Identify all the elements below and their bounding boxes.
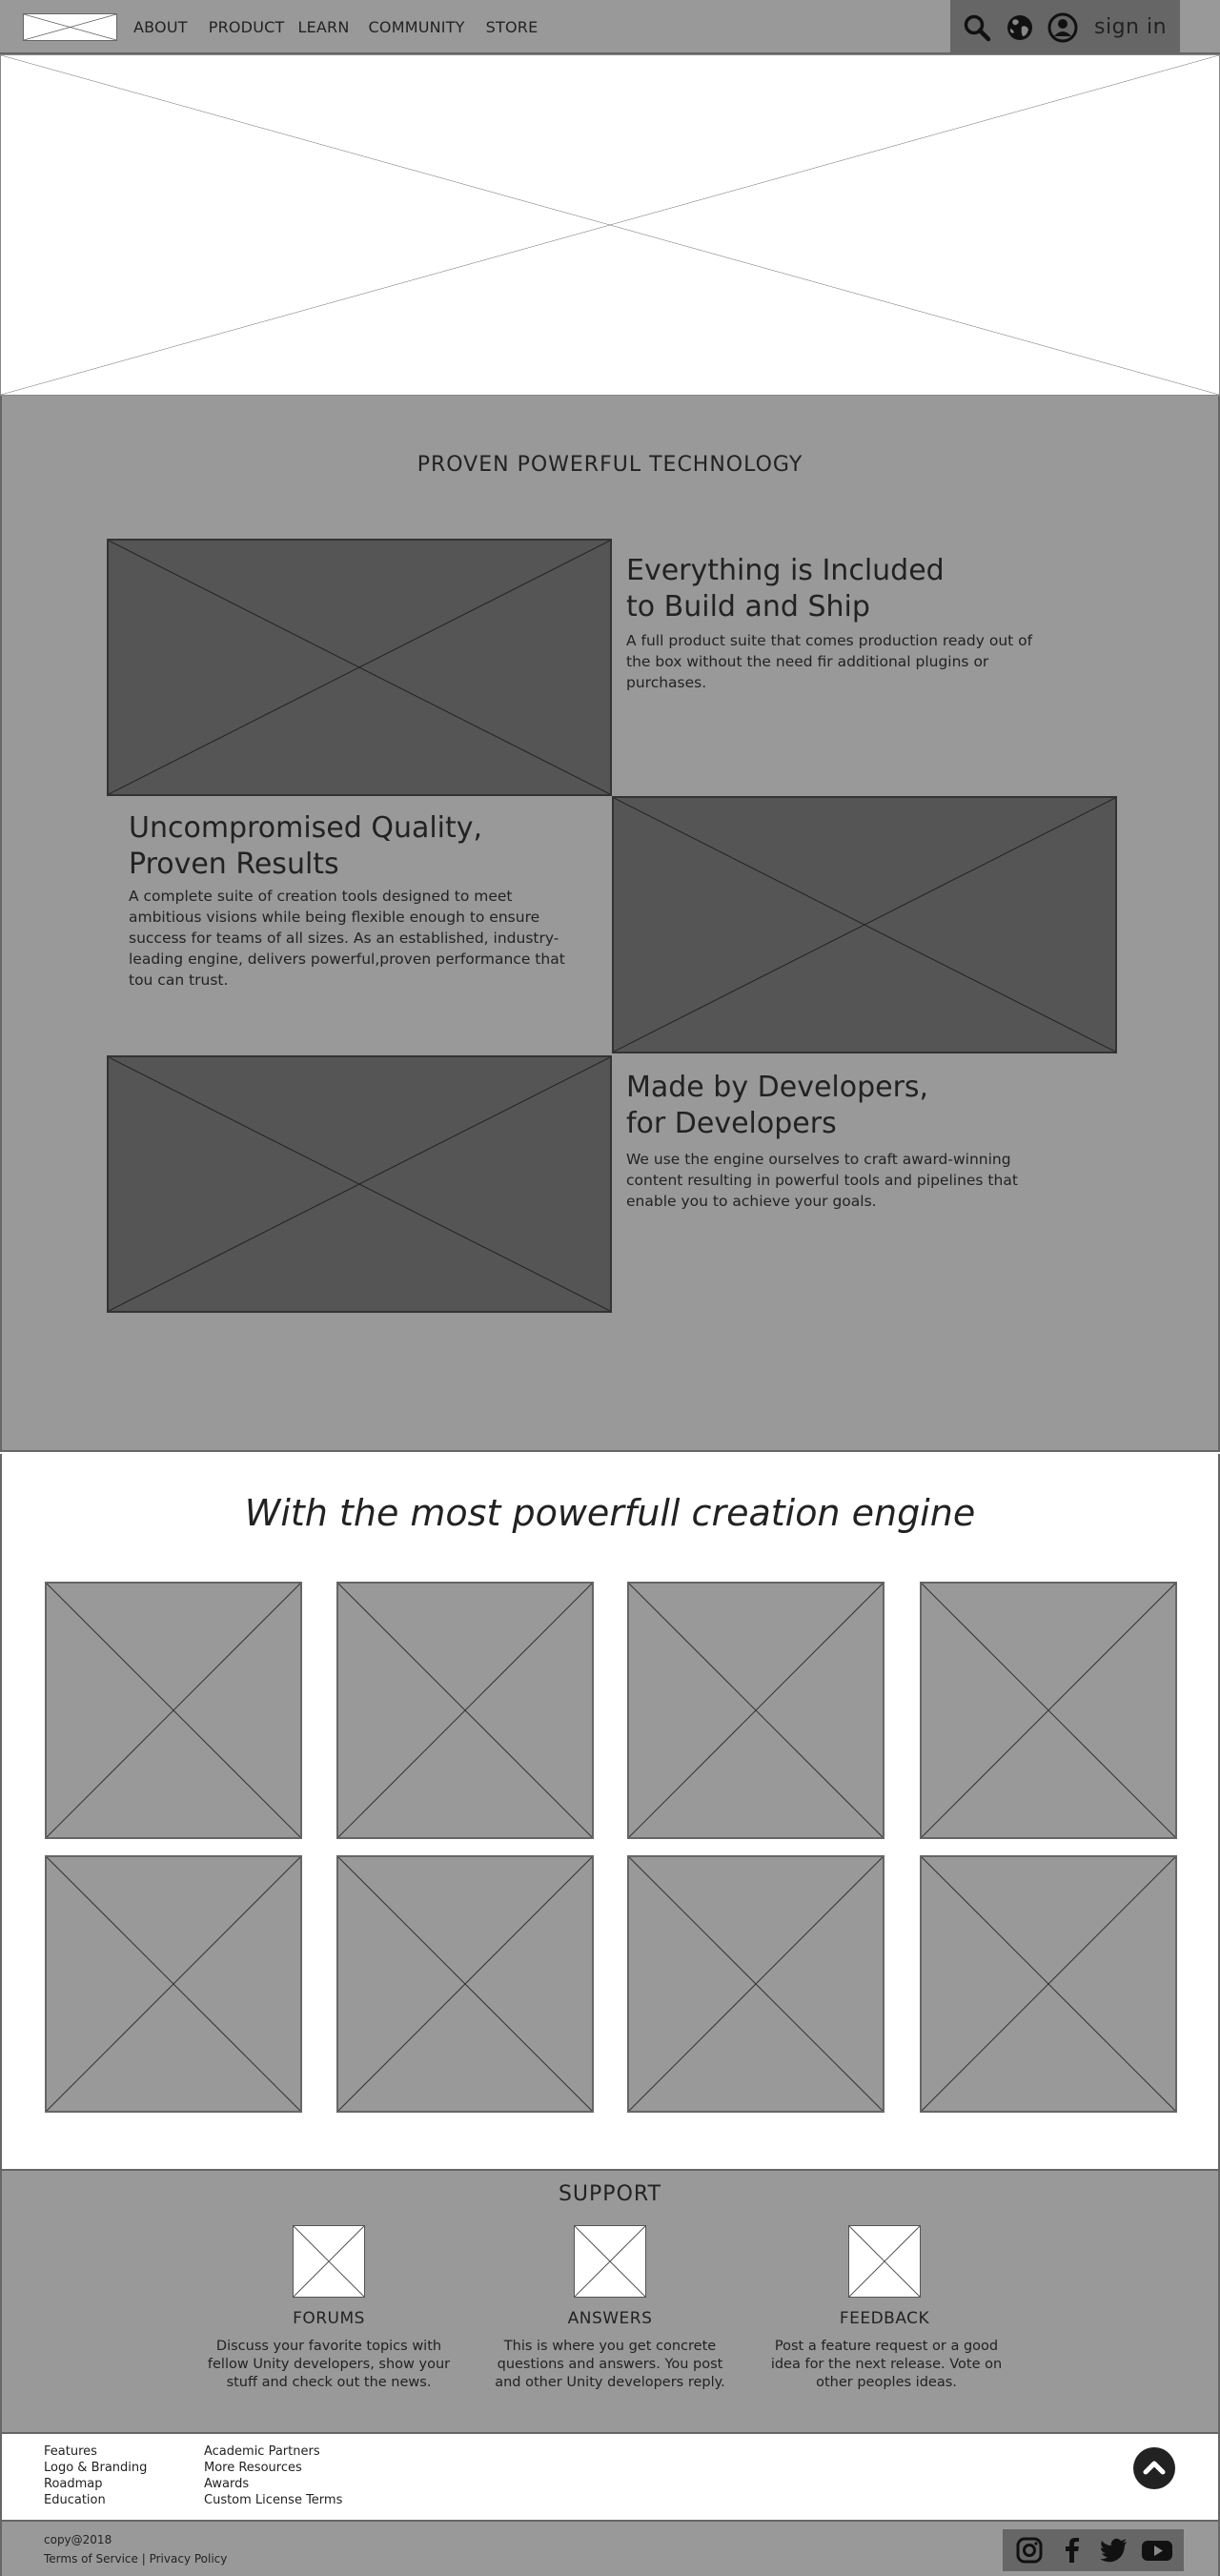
logo-placeholder[interactable] (23, 13, 117, 41)
social-bar (1003, 2529, 1184, 2571)
gallery-tile-3[interactable] (627, 1582, 884, 1839)
feature-heading-2: Uncompromised Quality, Proven Results (129, 810, 577, 883)
footer-column-2: Academic Partners More Resources Awards … (204, 2443, 342, 2508)
feature-image-3 (107, 1055, 612, 1313)
answers-body: This is where you get concrete questions… (495, 2339, 725, 2390)
search-icon[interactable] (960, 10, 994, 45)
sign-in-link[interactable]: sign in (1094, 15, 1167, 39)
footer-link-features[interactable]: Features (44, 2443, 147, 2460)
footer-link-academic-partners[interactable]: Academic Partners (204, 2443, 342, 2460)
forums-body: Discuss your favorite topics with fellow… (207, 2339, 451, 2390)
engine-title: With the most powerfull creation engine (244, 1492, 976, 1534)
section-title: PROVEN POWERFUL TECHNOLOGY (417, 453, 803, 477)
top-nav-bar: ABOUT PRODUCT LEARN COMMUNITY STORE sign… (0, 0, 1220, 54)
twitter-icon[interactable] (1098, 2534, 1130, 2566)
nav-community[interactable]: COMMUNITY (369, 18, 465, 36)
feature-image-2 (612, 796, 1117, 1053)
answers-heading[interactable]: ANSWERS (467, 2309, 753, 2328)
feature-heading-1-line2: to Build and Ship (626, 590, 870, 624)
legal-links: Terms of Service | Privacy Policy (44, 2552, 227, 2566)
feature-body-2: A complete suite of creation tools desig… (129, 888, 565, 989)
support-section: SUPPORT FORUMS Discuss your favorite top… (0, 2169, 1220, 2434)
feature-body-1: A full product suite that comes producti… (626, 632, 1033, 691)
nav-learn[interactable]: LEARN (297, 18, 349, 36)
footer-link-roadmap[interactable]: Roadmap (44, 2476, 147, 2492)
footer-link-custom-license[interactable]: Custom License Terms (204, 2492, 342, 2508)
nav-product[interactable]: PRODUCT (209, 18, 285, 36)
footer-links: Features Logo & Branding Roadmap Educati… (0, 2434, 1220, 2522)
feature-heading-3: Made by Developers, for Developers (626, 1070, 1074, 1142)
feature-heading-3-line2: for Developers (626, 1107, 837, 1140)
nav-store[interactable]: STORE (486, 18, 539, 36)
back-to-top-button[interactable] (1133, 2447, 1175, 2489)
gallery-tile-8[interactable] (920, 1855, 1177, 2113)
footer-link-logo-branding[interactable]: Logo & Branding (44, 2460, 147, 2476)
terms-link[interactable]: Terms of Service (44, 2552, 138, 2566)
main-nav: ABOUT PRODUCT LEARN COMMUNITY STORE (133, 0, 559, 54)
feature-heading-1: Everything is Included to Build and Ship (626, 553, 1074, 625)
privacy-link[interactable]: Privacy Policy (150, 2552, 228, 2566)
legal-separator: | (141, 2552, 146, 2566)
feature-image-1 (107, 539, 612, 796)
chevron-up-icon (1143, 2461, 1166, 2475)
feature-heading-2-line1: Uncompromised Quality, (129, 811, 483, 845)
footer-link-awards[interactable]: Awards (204, 2476, 342, 2492)
bottom-bar: copy@2018 Terms of Service | Privacy Pol… (0, 2522, 1220, 2576)
feedback-icon[interactable] (848, 2225, 921, 2298)
gallery-tile-1[interactable] (45, 1582, 302, 1839)
instagram-icon[interactable] (1013, 2534, 1046, 2566)
facebook-icon[interactable] (1056, 2534, 1088, 2566)
gallery-tile-4[interactable] (920, 1582, 1177, 1839)
footer-column-1: Features Logo & Branding Roadmap Educati… (44, 2443, 147, 2508)
technology-section: PROVEN POWERFUL TECHNOLOGY Everything is… (0, 396, 1220, 1452)
gallery-tile-5[interactable] (45, 1855, 302, 2113)
hero-image-placeholder (0, 54, 1220, 396)
engine-section: With the most powerfull creation engine (0, 1454, 1220, 2169)
globe-icon[interactable] (1003, 10, 1037, 45)
feedback-heading[interactable]: FEEDBACK (742, 2309, 1027, 2328)
feature-heading-2-line2: Proven Results (129, 848, 339, 881)
utility-bar: sign in (950, 0, 1180, 54)
answers-icon[interactable] (574, 2225, 646, 2298)
user-icon[interactable] (1046, 10, 1080, 45)
nav-about[interactable]: ABOUT (133, 18, 188, 36)
gallery-tile-2[interactable] (336, 1582, 594, 1839)
gallery-tile-7[interactable] (627, 1855, 884, 2113)
gallery-tile-6[interactable] (336, 1855, 594, 2113)
feature-body-3: We use the engine ourselves to craft awa… (626, 1151, 1018, 1210)
footer-link-more-resources[interactable]: More Resources (204, 2460, 342, 2476)
forums-icon[interactable] (293, 2225, 365, 2298)
feedback-body: Post a feature request or a good idea fo… (770, 2339, 1003, 2390)
support-title: SUPPORT (558, 2182, 662, 2206)
youtube-icon[interactable] (1141, 2534, 1173, 2566)
feature-heading-1-line1: Everything is Included (626, 554, 945, 587)
forums-heading[interactable]: FORUMS (186, 2309, 472, 2328)
footer-link-education[interactable]: Education (44, 2492, 147, 2508)
copyright: copy@2018 (44, 2533, 112, 2546)
feature-heading-3-line1: Made by Developers, (626, 1071, 929, 1104)
